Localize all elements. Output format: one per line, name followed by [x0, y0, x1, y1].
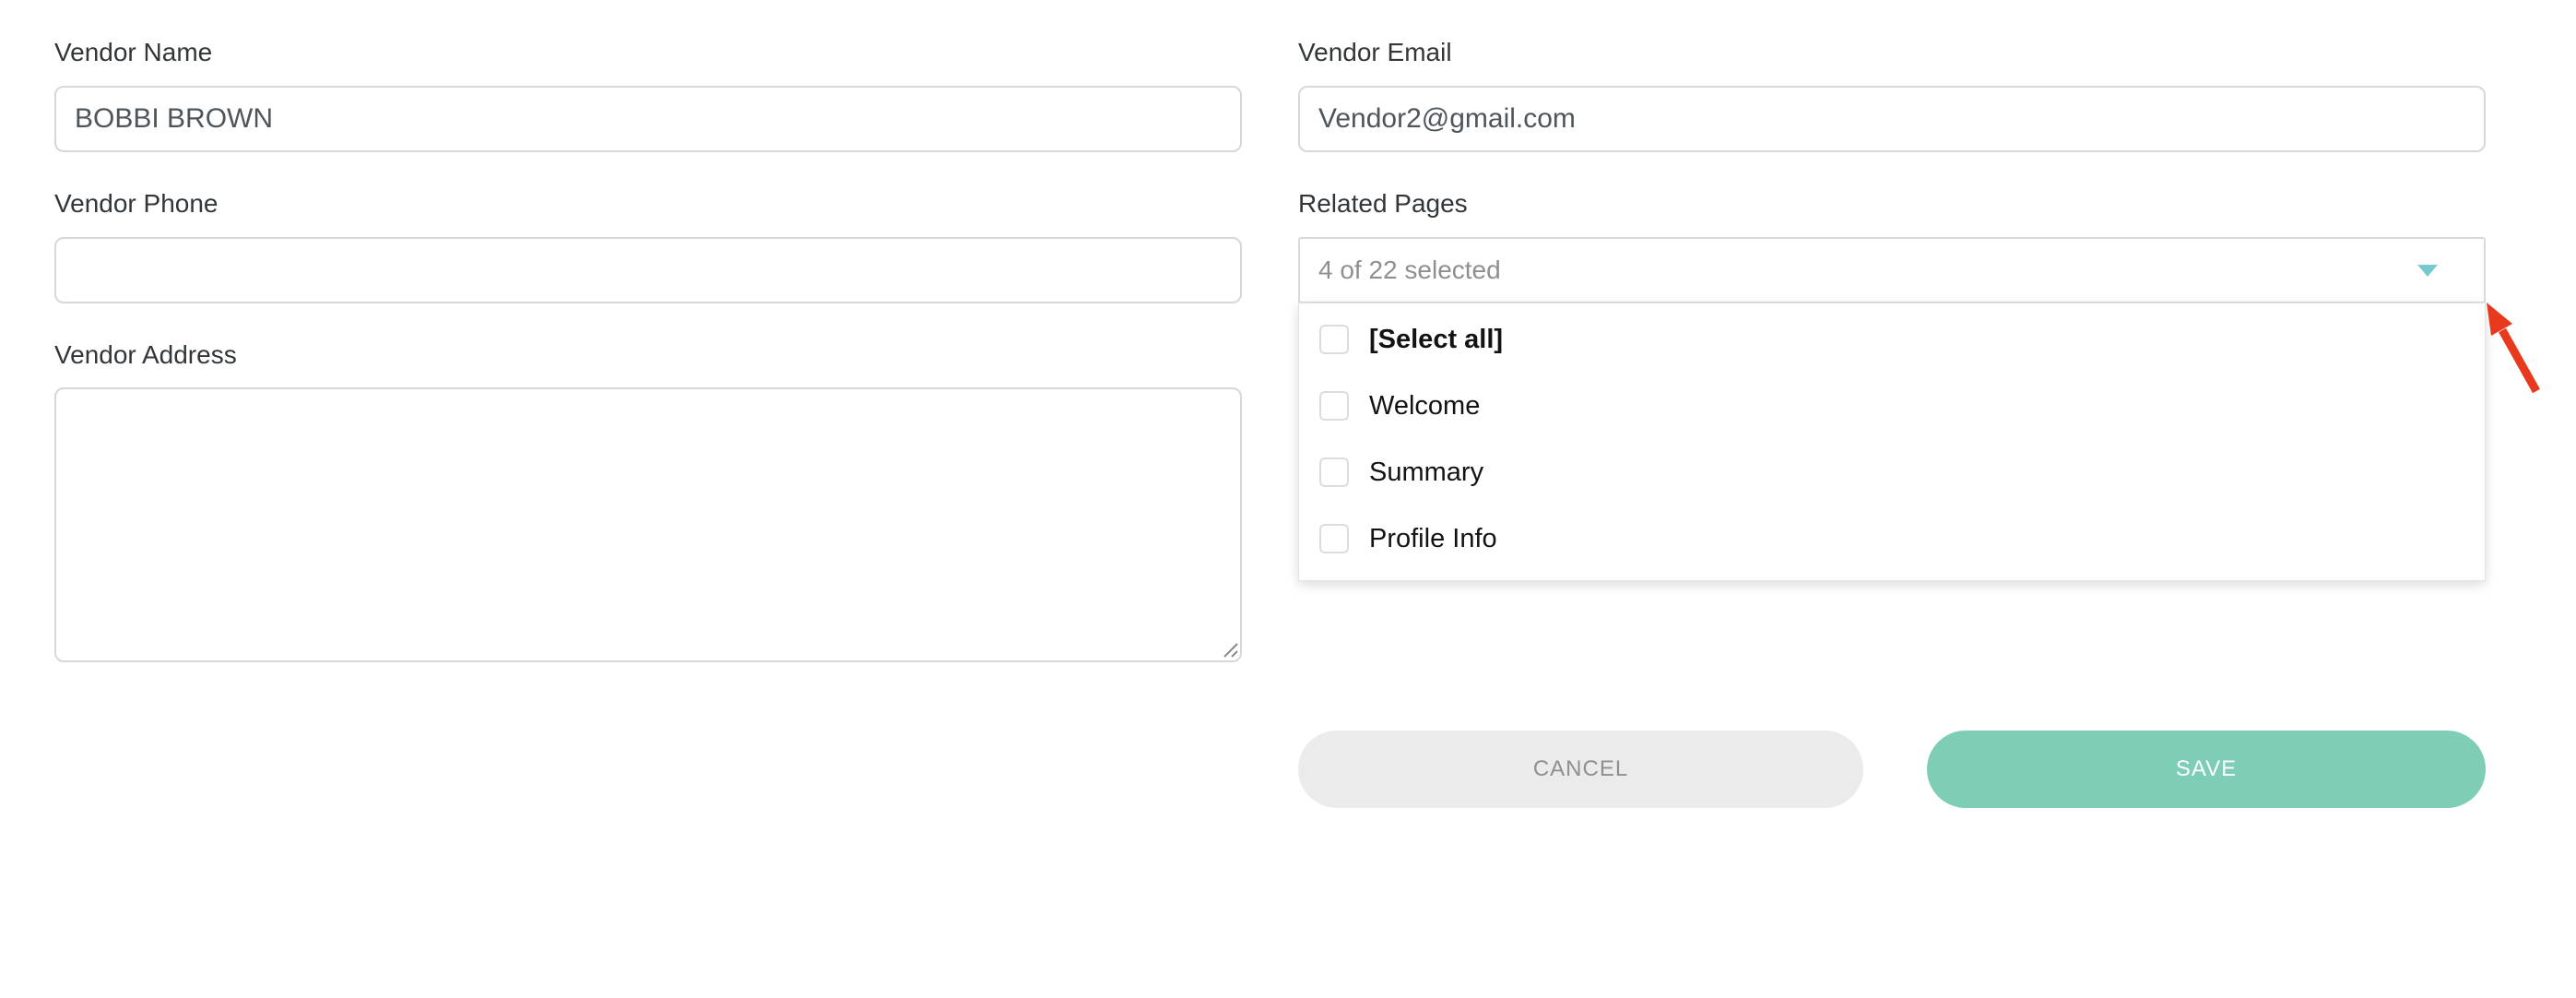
related-pages-selected-summary: 4 of 22 selected	[1318, 255, 2417, 285]
vendor-name-label: Vendor Name	[54, 40, 212, 65]
vendor-email-input[interactable]	[1298, 86, 2486, 152]
welcome-checkbox[interactable]	[1319, 391, 1349, 421]
vendor-address-textarea[interactable]	[54, 387, 1242, 662]
vendor-phone-label: Vendor Phone	[54, 191, 219, 217]
option-label: Summary	[1369, 457, 1483, 488]
save-button[interactable]: SAVE	[1927, 731, 2486, 808]
related-pages-select[interactable]: 4 of 22 selected	[1298, 237, 2486, 303]
vendor-address-label: Vendor Address	[54, 342, 237, 368]
related-pages-label: Related Pages	[1298, 191, 1468, 217]
option-label: Welcome	[1369, 391, 1480, 422]
related-pages-dropdown: [Select all] Welcome Summary Profile Inf…	[1298, 303, 2486, 581]
chevron-down-icon[interactable]	[2417, 265, 2438, 277]
select-all-checkbox[interactable]	[1319, 325, 1349, 354]
option-welcome[interactable]: Welcome	[1299, 373, 2485, 439]
vendor-name-input[interactable]	[54, 86, 1242, 152]
option-profile-info[interactable]: Profile Info	[1299, 505, 2485, 572]
summary-checkbox[interactable]	[1319, 457, 1349, 487]
option-label: Profile Info	[1369, 524, 1497, 554]
option-label: [Select all]	[1369, 325, 1503, 355]
vendor-phone-input[interactable]	[54, 237, 1242, 303]
vendor-edit-form: Vendor Name Vendor Phone Vendor Address …	[0, 0, 2576, 998]
cancel-button[interactable]: CANCEL	[1298, 731, 1863, 808]
profile-info-checkbox[interactable]	[1319, 524, 1349, 553]
option-select-all[interactable]: [Select all]	[1299, 306, 2485, 373]
vendor-email-label: Vendor Email	[1298, 40, 1452, 65]
option-summary[interactable]: Summary	[1299, 439, 2485, 505]
